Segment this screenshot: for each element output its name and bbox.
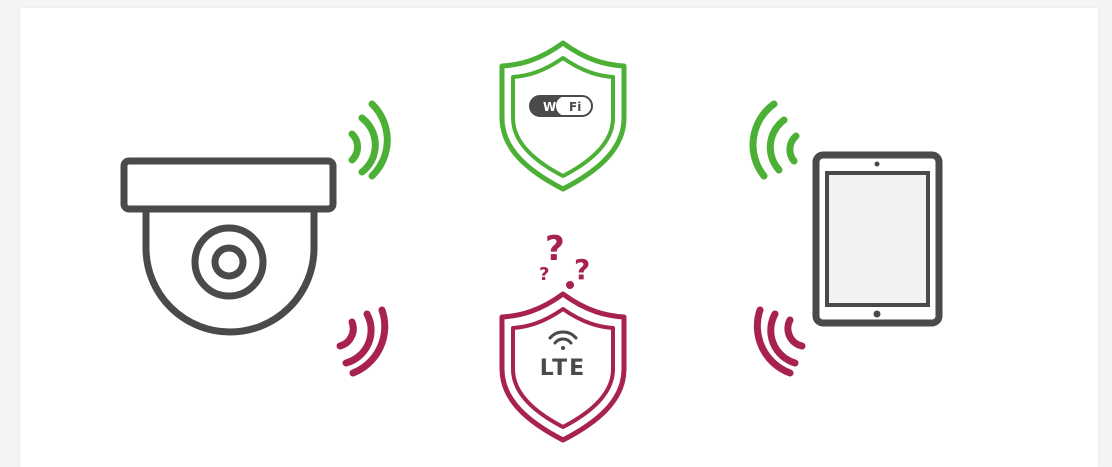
camera-wifi-waves-icon — [348, 100, 391, 180]
tablet-home-button — [873, 310, 881, 318]
question-marks-icon: ? ? ? — [539, 229, 590, 289]
wifi-label-right: Fi — [569, 100, 581, 114]
wifi-logo-icon: Wi Fi — [529, 95, 593, 117]
tablet-wifi-waves-icon — [749, 100, 800, 180]
camera-mount-bar — [120, 157, 337, 213]
connectivity-diagram: Wi Fi ? ? ? LTE — [120, 40, 943, 443]
svg-text:?: ? — [574, 253, 590, 286]
svg-text:?: ? — [539, 264, 549, 285]
tablet-icon — [812, 151, 943, 327]
dome-camera-icon — [120, 157, 337, 336]
camera-lte-waves-icon — [336, 306, 389, 377]
tablet-screen — [825, 171, 930, 307]
tablet-lte-waves-icon — [753, 306, 806, 377]
wifi-label-left: Wi — [543, 100, 560, 114]
signal-icon — [548, 330, 578, 350]
wifi-shield-icon: Wi Fi — [499, 40, 627, 192]
tablet-camera-dot — [874, 161, 880, 167]
camera-lens-outer — [191, 224, 267, 300]
camera-lens-inner — [211, 244, 247, 280]
lte-shield-icon: LTE — [499, 291, 627, 443]
svg-text:?: ? — [545, 229, 565, 269]
lte-label: LTE — [540, 356, 586, 381]
